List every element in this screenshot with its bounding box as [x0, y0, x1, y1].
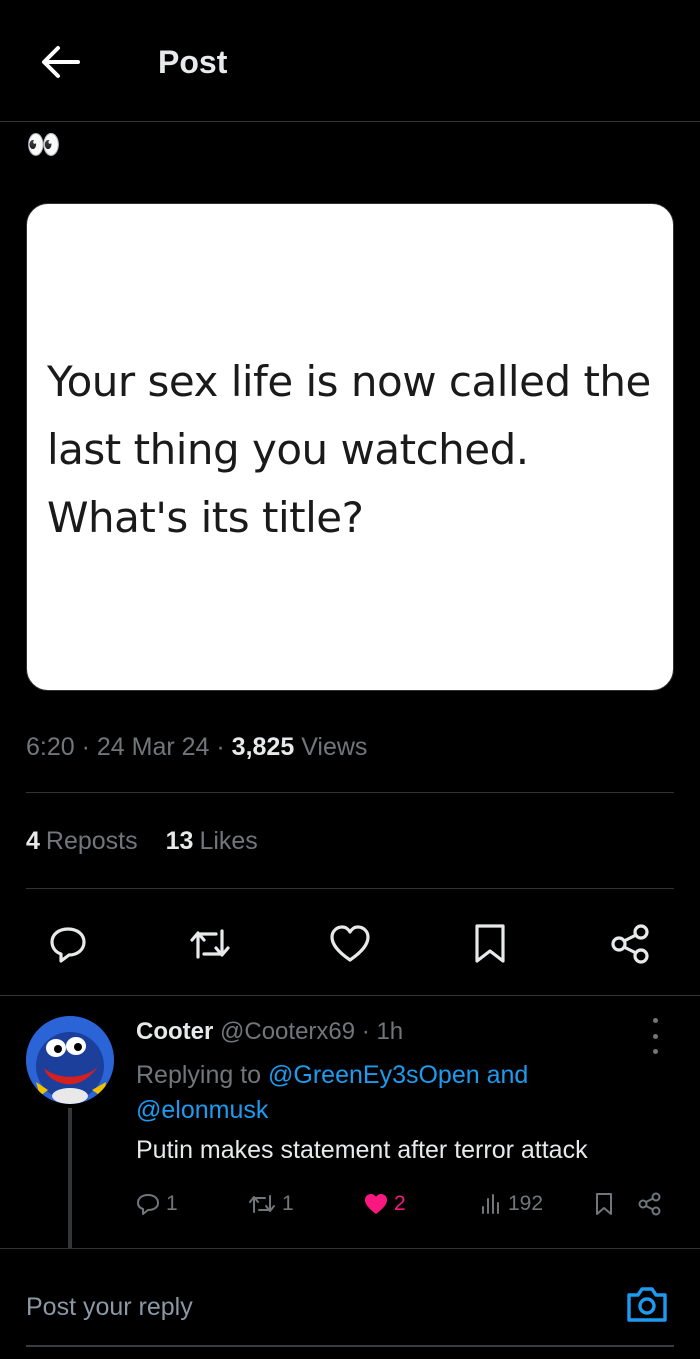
repost-icon [190, 929, 230, 959]
repost-button[interactable] [188, 922, 232, 966]
reply-composer [0, 1249, 700, 1359]
views-label: Views [301, 733, 368, 761]
divider [26, 792, 674, 793]
bookmark-button[interactable] [468, 922, 512, 966]
post-time: 6:20 [26, 733, 75, 761]
reply-text: Putin makes statement after terror attac… [136, 1136, 588, 1164]
more-options-button[interactable] [640, 1018, 670, 1054]
reply-icon [137, 1194, 159, 1215]
post-meta: 6:20 · 24 Mar 24 · 3,825 Views [26, 733, 368, 761]
reply-bookmark-button[interactable] [594, 1186, 614, 1222]
replying-to: Replying to @GreenEy3sOpen and @elonmusk [136, 1061, 529, 1124]
reply-share-button[interactable] [638, 1186, 662, 1222]
post-image[interactable]: Your sex life is now called the last thi… [26, 203, 674, 691]
back-button[interactable] [38, 42, 82, 82]
share-icon [611, 924, 649, 964]
reply-input[interactable] [26, 1287, 586, 1327]
reply-icon [50, 927, 86, 963]
post-date: 24 Mar 24 [96, 733, 210, 761]
avatar[interactable] [26, 1016, 114, 1104]
page-title: Post [158, 44, 228, 80]
reply-item[interactable]: Cooter @Cooterx69 · 1h Replying to @Gree… [0, 996, 700, 1248]
reply-repost-button[interactable]: 1 [248, 1186, 294, 1222]
post-text: 👀 [26, 129, 61, 160]
reply-author-name[interactable]: Cooter [136, 1018, 213, 1045]
top-bar: Post [0, 0, 700, 122]
like-icon [330, 925, 370, 962]
composer-underline [26, 1345, 674, 1347]
reply-comment-button[interactable]: 1 [136, 1186, 178, 1222]
avatar-image [26, 1016, 114, 1104]
post-stats: 4 Reposts 13 Likes [26, 827, 258, 856]
repost-icon [249, 1195, 275, 1213]
like-filled-icon [365, 1194, 387, 1214]
share-icon [638, 1192, 661, 1216]
reply-author-handle[interactable]: @Cooterx69 [220, 1018, 355, 1045]
mention-link[interactable]: @GreenEy3sOpen [268, 1061, 480, 1089]
bookmark-icon [475, 924, 505, 963]
mention-link[interactable]: @elonmusk [136, 1096, 268, 1124]
reply-button[interactable] [46, 922, 90, 966]
post-actions [0, 910, 700, 976]
more-icon [652, 1018, 658, 1023]
camera-icon [627, 1287, 667, 1322]
reply-actions: 1 1 2 192 [0, 1186, 700, 1222]
reply-like-button[interactable]: 2 [364, 1186, 406, 1222]
reply-views-button[interactable]: 192 [480, 1186, 543, 1222]
views-count: 3,825 [231, 733, 295, 761]
reply-age: 1h [376, 1018, 404, 1045]
bookmark-icon [596, 1193, 612, 1215]
reply-header: Cooter @Cooterx69 · 1h [136, 1018, 404, 1045]
share-button[interactable] [608, 922, 652, 966]
thread-line [68, 1108, 72, 1248]
post-image-text: Your sex life is now called the last thi… [47, 357, 651, 542]
like-button[interactable] [328, 922, 372, 966]
likes-stat[interactable]: 13 Likes [166, 827, 258, 856]
camera-button[interactable] [624, 1283, 670, 1325]
reposts-stat[interactable]: 4 Reposts [26, 827, 138, 856]
views-icon [482, 1194, 499, 1214]
divider [26, 888, 674, 889]
back-arrow-icon [42, 46, 80, 78]
